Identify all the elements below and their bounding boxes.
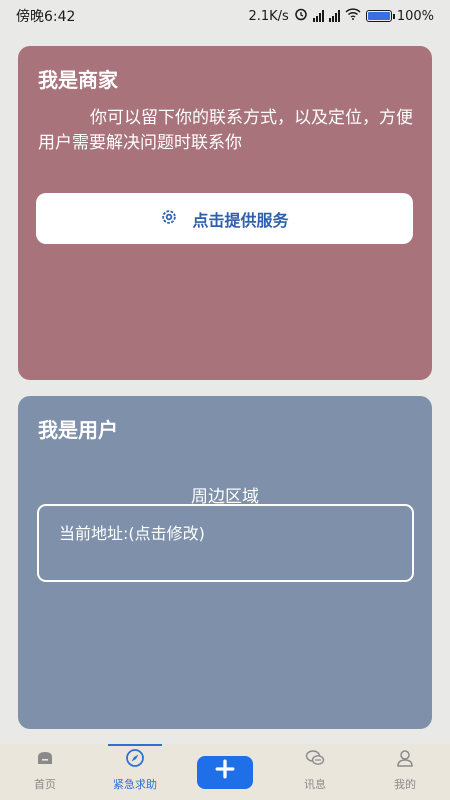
nav-item-profile[interactable]: 我的 [360, 744, 450, 800]
gear-icon [160, 208, 178, 230]
battery-icon [365, 10, 395, 22]
compass-icon [125, 748, 145, 776]
status-indicators: 2.1K/s 100% [248, 7, 434, 25]
provide-service-button[interactable]: 点击提供服务 [36, 193, 413, 244]
network-speed: 2.1K/s [248, 8, 289, 24]
nav-item-add[interactable] [180, 744, 270, 800]
nav-item-emergency[interactable]: 紧急求助 [90, 744, 180, 800]
add-button[interactable] [197, 756, 253, 789]
merchant-title: 我是商家 [38, 68, 118, 92]
nav-label-profile: 我的 [394, 778, 416, 791]
address-box[interactable]: 当前地址:(点击修改) [37, 504, 414, 582]
user-title: 我是用户 [38, 418, 118, 442]
chat-icon [305, 748, 325, 776]
address-label: 当前地址:(点击修改) [59, 524, 205, 543]
status-time: 傍晚6:42 [16, 9, 76, 25]
battery-level: 100% [396, 8, 434, 24]
merchant-description: 你可以留下你的联系方式，以及定位，方便用户需要解决问题时联系你 [38, 108, 413, 153]
user-card: 我是用户 周边区域 当前地址:(点击修改) [18, 396, 432, 729]
nav-label-messages: 讯息 [304, 778, 326, 791]
bottom-nav: 首页 紧急求助 讯息 我的 [0, 744, 450, 800]
nav-item-home[interactable]: 首页 [0, 744, 90, 800]
user-icon [395, 748, 415, 776]
nav-label-home: 首页 [34, 778, 56, 791]
wifi-icon [345, 8, 361, 24]
home-icon [35, 748, 55, 776]
plus-icon [215, 759, 235, 787]
status-bar: 傍晚6:42 2.1K/s 100% [0, 0, 450, 32]
nav-label-emergency: 紧急求助 [113, 778, 157, 791]
nav-item-messages[interactable]: 讯息 [270, 744, 360, 800]
merchant-card: 我是商家 你可以留下你的联系方式，以及定位，方便用户需要解决问题时联系你 点击提… [18, 46, 432, 380]
signal-icon [328, 10, 340, 22]
provide-service-label: 点击提供服务 [192, 210, 289, 230]
signal-icon [312, 10, 324, 22]
alarm-icon [294, 7, 308, 25]
